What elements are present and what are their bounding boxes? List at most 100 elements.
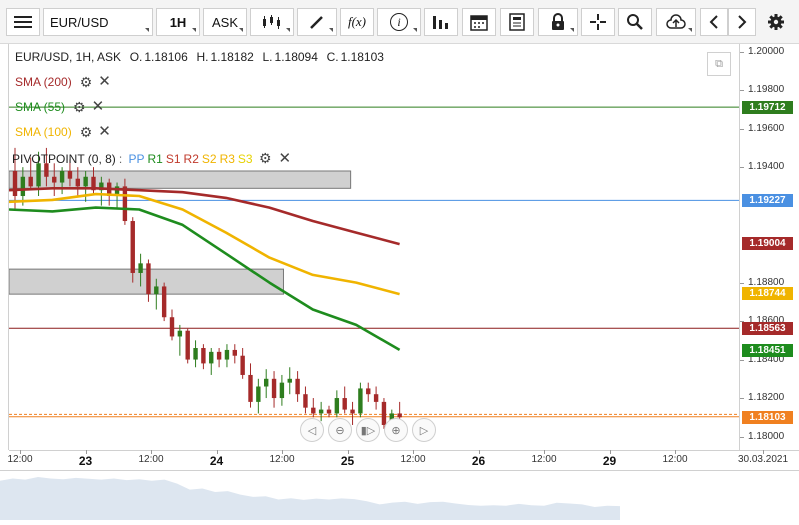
gear-icon[interactable]: ⚙ <box>80 75 93 89</box>
price-tick-mark <box>740 51 744 53</box>
price-tick-mark <box>740 282 744 284</box>
navigator-area <box>0 477 620 520</box>
time-tick-mark <box>478 450 480 454</box>
indicator-pivot-point[interactable]: PIVOTPOINT (0, 8): PP R1 S1 R2 S2 R3 S3 ⚙ ✕ <box>12 149 294 167</box>
candle-body <box>75 178 80 187</box>
time-day-label: 24 <box>209 454 224 468</box>
scroll-right-button[interactable]: ▷ <box>412 418 436 442</box>
draw-icon <box>310 16 323 29</box>
gear-icon[interactable]: ⚙ <box>80 125 93 139</box>
price-type-select[interactable]: ASK <box>203 8 247 36</box>
chevron-right-icon <box>738 15 747 29</box>
expand-icon: ⧉ <box>715 57 723 70</box>
time-tick-mark <box>20 450 21 454</box>
candle-body <box>232 349 237 356</box>
scroll-left-button[interactable]: ◁ <box>300 418 324 442</box>
high-value: 1.18182 <box>210 50 254 64</box>
lock-button[interactable] <box>538 8 578 36</box>
zoom-button[interactable] <box>618 8 652 36</box>
upload-button[interactable] <box>656 8 696 36</box>
candle-body <box>334 398 340 414</box>
calendar-button[interactable] <box>462 8 496 36</box>
settings-button[interactable] <box>760 8 792 36</box>
pivot-level-pp: PP <box>128 152 145 166</box>
candle-body <box>12 170 18 197</box>
price-tick-label: 1.19800 <box>748 84 785 96</box>
candle-body <box>161 286 167 318</box>
expand-button[interactable]: ⧉ <box>707 52 731 76</box>
time-day-label: 26 <box>471 454 486 468</box>
price-tag: 1.19004 <box>742 237 793 251</box>
indicator-sma-55[interactable]: SMA (55) ⚙ ✕ <box>15 99 105 114</box>
volume-button[interactable] <box>424 8 458 36</box>
search-zoom-icon <box>627 14 643 30</box>
timeframe-value: 1H <box>169 14 187 30</box>
dropdown-caret-icon <box>413 28 417 32</box>
price-tick-label: 1.18800 <box>748 276 785 288</box>
price-chart[interactable] <box>9 44 739 450</box>
info-button[interactable]: i <box>377 8 421 36</box>
zoom-controls: ◁ ⊖ ▮▷ ⊕ ▷ <box>300 418 436 444</box>
draw-button[interactable] <box>297 8 337 36</box>
candle-body <box>350 409 355 414</box>
scroll-forward-button[interactable] <box>728 8 756 36</box>
candle-body <box>373 394 379 402</box>
candle-body <box>287 378 292 383</box>
reset-zoom-button[interactable]: ▮▷ <box>356 418 380 442</box>
price-axis[interactable]: 1.20000 1.19800 1.19600 1.19400 1.18800 1.186… <box>739 44 799 450</box>
close-icon[interactable]: ✕ <box>98 74 111 89</box>
candle-body <box>185 330 190 360</box>
function-button[interactable]: f(x) <box>340 8 374 36</box>
dropdown-caret-icon <box>688 28 692 32</box>
navigator-panel[interactable] <box>0 470 799 520</box>
candle-type-icon <box>263 15 280 29</box>
time-day-label: 29 <box>602 454 617 468</box>
gear-icon[interactable]: ⚙ <box>73 100 86 114</box>
candle-body <box>67 170 73 179</box>
dropdown-caret-icon <box>329 28 333 32</box>
pivot-level-s1: S1 <box>165 152 181 166</box>
candle-body <box>358 388 363 414</box>
price-tick-mark <box>740 436 744 438</box>
candle-body <box>146 263 151 295</box>
gear-icon[interactable]: ⚙ <box>259 150 272 166</box>
price-tag: 1.18451 <box>742 343 793 357</box>
candle-body <box>216 351 222 360</box>
pivot-level-s2: S2 <box>201 152 217 166</box>
candle-body <box>201 348 206 364</box>
close-icon[interactable]: ✕ <box>92 99 105 114</box>
function-icon: f(x) <box>347 14 367 29</box>
time-tick-label: 12:00 <box>7 454 33 465</box>
candle-type-button[interactable] <box>250 8 294 36</box>
price-tag: 1.19227 <box>742 194 793 208</box>
time-tick-label: 12:00 <box>531 454 557 465</box>
symbol-select[interactable]: EUR/USD <box>43 8 153 36</box>
close-icon[interactable]: ✕ <box>279 150 292 167</box>
time-day-label: 25 <box>340 454 355 468</box>
time-tick-mark <box>216 450 218 454</box>
candle-body <box>342 398 347 410</box>
scroll-back-button[interactable] <box>700 8 728 36</box>
report-button[interactable] <box>500 8 534 36</box>
price-tick-mark <box>740 167 744 169</box>
candle-body <box>248 374 253 402</box>
indicator-sma-100[interactable]: SMA (100) ⚙ ✕ <box>15 124 111 139</box>
indicator-sma-200[interactable]: SMA (200) ⚙ ✕ <box>15 74 111 89</box>
pivot-level-r1: R1 <box>147 152 163 166</box>
price-type-value: ASK <box>211 14 238 30</box>
zoom-in-button[interactable]: ⊕ <box>384 418 408 442</box>
menu-button[interactable] <box>6 8 40 36</box>
time-tick-mark <box>675 450 676 454</box>
price-tick-label: 1.19600 <box>748 122 785 134</box>
crosshair-button[interactable] <box>581 8 615 36</box>
close-value: 1.18103 <box>340 50 384 64</box>
zoom-out-button[interactable]: ⊖ <box>328 418 352 442</box>
timeframe-select[interactable]: 1H <box>156 8 200 36</box>
crosshair-icon <box>590 14 606 30</box>
candle-body <box>303 394 308 408</box>
time-tick-mark <box>413 450 414 454</box>
pivot-level-r2: R2 <box>183 152 199 166</box>
close-icon[interactable]: ✕ <box>98 124 111 139</box>
dropdown-caret-icon <box>192 28 196 32</box>
low-label: L. <box>262 50 273 64</box>
